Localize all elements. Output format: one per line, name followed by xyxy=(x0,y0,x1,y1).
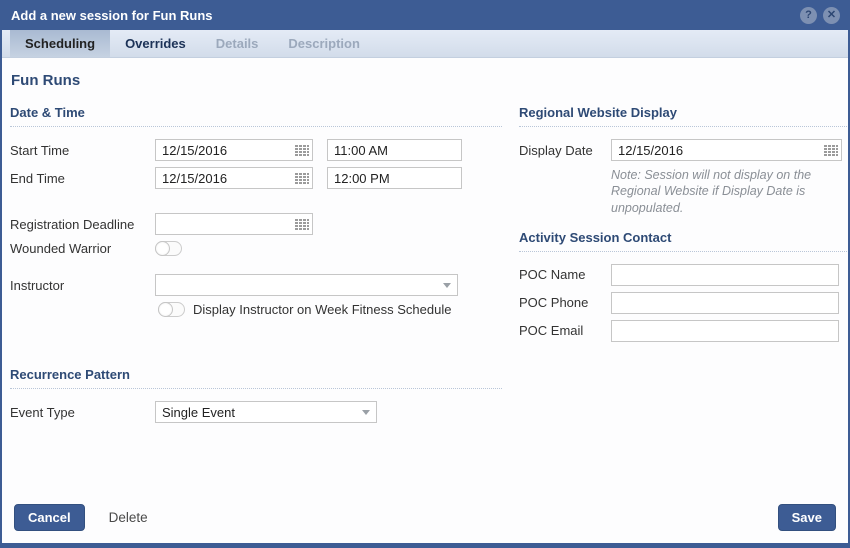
left-column: Date & Time Start Time End Time xyxy=(10,105,502,429)
poc-email-row: POC Email xyxy=(519,320,848,342)
section-recurrence: Recurrence Pattern xyxy=(10,367,502,389)
event-type-row: Event Type Single Event xyxy=(10,401,502,423)
display-date-row: Display Date xyxy=(519,139,848,161)
add-session-dialog: Add a new session for Fun Runs ? ✕ Sched… xyxy=(0,0,850,548)
close-icon[interactable]: ✕ xyxy=(823,7,840,24)
registration-deadline-input[interactable] xyxy=(155,213,313,235)
display-date-label: Display Date xyxy=(519,143,611,158)
end-time-row: End Time xyxy=(10,167,502,189)
tab-scheduling[interactable]: Scheduling xyxy=(10,30,110,57)
calendar-icon[interactable] xyxy=(295,144,309,156)
poc-email-label: POC Email xyxy=(519,323,611,338)
section-regional-display: Regional Website Display xyxy=(519,105,848,127)
registration-deadline-row: Registration Deadline xyxy=(10,213,502,235)
instructor-row: Instructor xyxy=(10,274,502,296)
wounded-warrior-row: Wounded Warrior xyxy=(10,241,502,256)
tab-bar: Scheduling Overrides Details Description xyxy=(2,30,848,58)
calendar-icon[interactable] xyxy=(295,172,309,184)
dialog-title: Add a new session for Fun Runs xyxy=(11,8,794,23)
help-icon[interactable]: ? xyxy=(800,7,817,24)
dialog-titlebar: Add a new session for Fun Runs ? ✕ xyxy=(2,0,848,30)
start-time-input[interactable] xyxy=(327,139,462,161)
event-type-selected-value: Single Event xyxy=(162,405,362,420)
poc-email-input[interactable] xyxy=(611,320,839,342)
calendar-icon[interactable] xyxy=(824,144,838,156)
cancel-button[interactable]: Cancel xyxy=(14,504,85,531)
tab-details: Details xyxy=(201,30,274,57)
start-time-label: Start Time xyxy=(10,143,155,158)
chevron-down-icon xyxy=(443,283,451,288)
save-button[interactable]: Save xyxy=(778,504,836,531)
tab-description: Description xyxy=(273,30,375,57)
chevron-down-icon xyxy=(362,410,370,415)
poc-name-row: POC Name xyxy=(519,264,848,286)
end-time-input[interactable] xyxy=(327,167,462,189)
dialog-footer: Cancel Delete Save xyxy=(2,499,848,543)
display-instructor-row: Display Instructor on Week Fitness Sched… xyxy=(158,302,502,317)
poc-phone-input[interactable] xyxy=(611,292,839,314)
event-type-label: Event Type xyxy=(10,405,155,420)
tab-overrides[interactable]: Overrides xyxy=(110,30,201,57)
wounded-warrior-label: Wounded Warrior xyxy=(10,241,155,256)
poc-name-input[interactable] xyxy=(611,264,839,286)
instructor-select[interactable] xyxy=(155,274,458,296)
registration-deadline-label: Registration Deadline xyxy=(10,217,155,232)
page-title: Fun Runs xyxy=(11,72,838,89)
dialog-content: Fun Runs Date & Time Start Time End Time xyxy=(2,58,848,499)
start-time-row: Start Time xyxy=(10,139,502,161)
end-date-input[interactable] xyxy=(155,167,313,189)
display-date-input[interactable] xyxy=(611,139,842,161)
poc-phone-row: POC Phone xyxy=(519,292,848,314)
wounded-warrior-toggle[interactable] xyxy=(155,241,182,256)
poc-name-label: POC Name xyxy=(519,267,611,282)
calendar-icon[interactable] xyxy=(295,218,309,230)
end-time-label: End Time xyxy=(10,171,155,186)
poc-phone-label: POC Phone xyxy=(519,295,611,310)
display-instructor-toggle[interactable] xyxy=(158,302,185,317)
display-instructor-label: Display Instructor on Week Fitness Sched… xyxy=(193,302,451,317)
right-column: Regional Website Display Display Date No… xyxy=(502,105,848,429)
display-date-note: Note: Session will not display on the Re… xyxy=(611,167,848,216)
section-date-time: Date & Time xyxy=(10,105,502,127)
event-type-select[interactable]: Single Event xyxy=(155,401,377,423)
delete-button[interactable]: Delete xyxy=(109,510,148,525)
start-date-input[interactable] xyxy=(155,139,313,161)
instructor-label: Instructor xyxy=(10,278,155,293)
section-activity-contact: Activity Session Contact xyxy=(519,230,848,252)
